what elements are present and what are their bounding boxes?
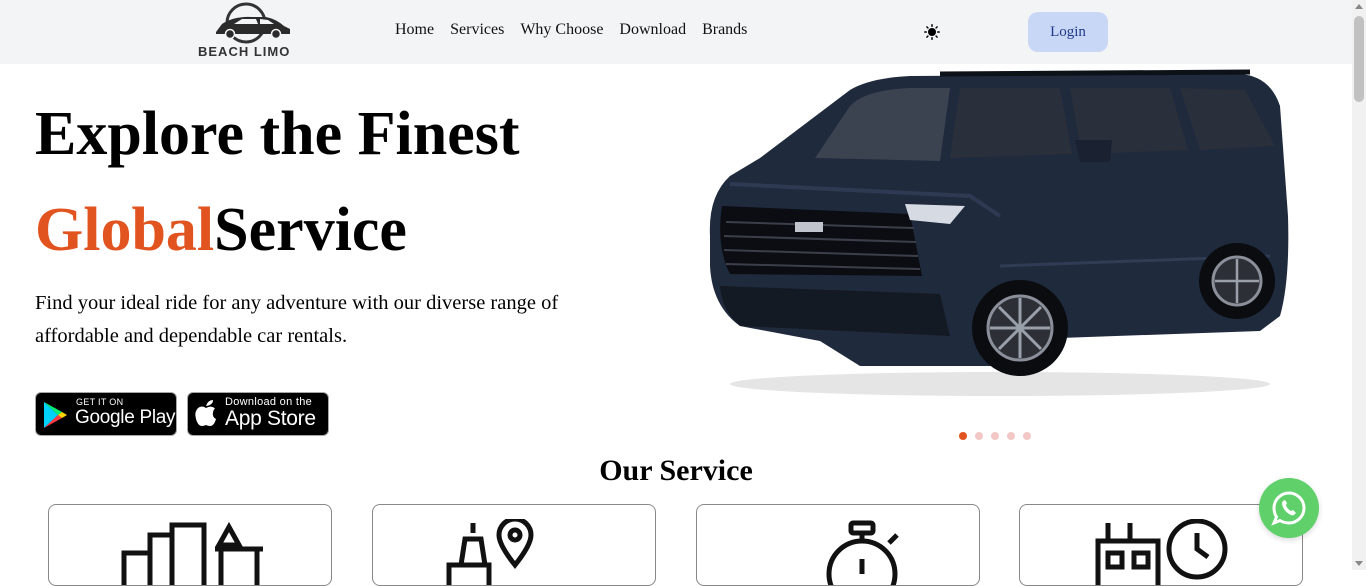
hourly-clock-icon [1095,519,1228,585]
whatsapp-icon [1271,491,1306,526]
carousel-dot[interactable] [959,432,967,440]
whatsapp-chat-button[interactable] [1259,478,1319,538]
city-buildings-icon [121,521,263,585]
section-title-services: Our Service [599,454,753,487]
hero-car-image [709,69,1289,396]
google-play-small-text: GET IT ON [76,397,124,407]
login-button[interactable]: Login [1028,12,1108,52]
service-card[interactable] [372,504,656,586]
main-nav: Home Services Why Choose Download Brands [395,21,747,39]
app-store-button[interactable]: Download on the App Store [187,392,329,436]
nav-link-services[interactable]: Services [450,21,504,39]
google-play-icon [44,402,67,428]
service-card[interactable] [696,504,980,586]
page-scrollbar[interactable] [1352,0,1366,570]
carousel-dot[interactable] [991,432,999,440]
hero-title-line1: Explore the Finest [35,100,520,168]
hero-title-rest: Service [214,196,407,264]
landmark-location-icon [446,519,534,585]
brand-logo[interactable]: BEACH LIMO [196,2,304,60]
nav-link-brands[interactable]: Brands [702,21,747,39]
carousel-dots [959,432,1031,440]
carousel-dot[interactable] [975,432,983,440]
scroll-down-arrow-icon[interactable] [1355,561,1363,566]
app-store-big-text: App Store [225,407,316,430]
nav-link-download[interactable]: Download [619,21,686,39]
nav-link-home[interactable]: Home [395,21,434,39]
scroll-thumb[interactable] [1354,16,1364,102]
scroll-up-arrow-icon[interactable] [1355,4,1363,9]
hero-title-accent: Global [35,196,215,264]
google-play-big-text: Google Play [75,407,176,428]
navbar: BEACH LIMO Home Services Why Choose Down… [0,0,1352,64]
hero-description: Find your ideal ride for any adventure w… [35,292,559,347]
nav-link-why-choose[interactable]: Why Choose [520,21,603,39]
hero-title-line2: GlobalService [35,192,407,268]
limo-car-icon [216,2,290,44]
sun-icon[interactable] [924,24,940,40]
service-card[interactable] [48,504,332,586]
stopwatch-icon [826,520,899,585]
apple-icon [195,400,216,426]
google-play-button[interactable]: GET IT ON Google Play [35,392,177,436]
logo-text: BEACH LIMO [198,44,291,59]
carousel-dot[interactable] [1023,432,1031,440]
carousel-dot[interactable] [1007,432,1015,440]
